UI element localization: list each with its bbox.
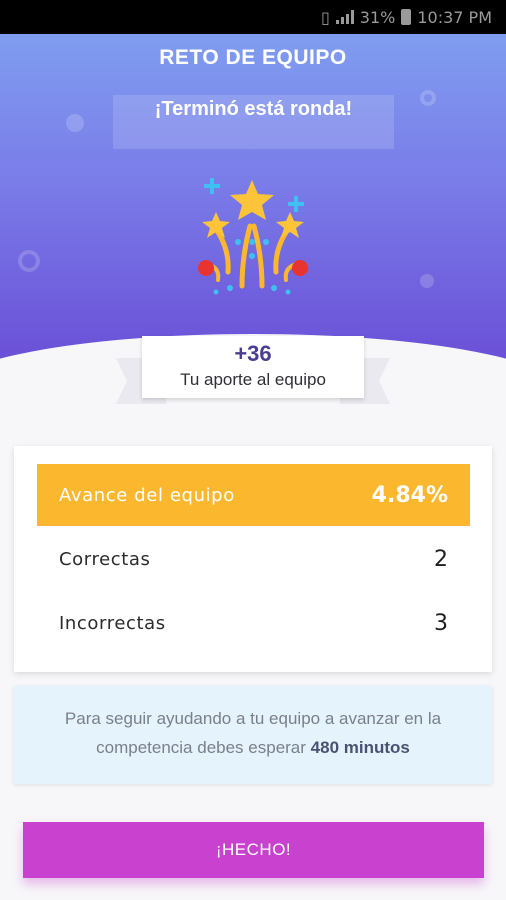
incorrect-row: Incorrectas 3: [37, 592, 470, 654]
contribution-label: Tu aporte al equipo: [180, 370, 326, 389]
round-finished-text: ¡Terminó está ronda!: [154, 98, 353, 120]
contribution-points: +36: [234, 341, 272, 366]
incorrect-label: Incorrectas: [59, 612, 166, 634]
contribution-ribbon: +36 Tu aporte al equipo: [116, 336, 390, 414]
incorrect-value: 3: [434, 610, 448, 636]
contribution-badge: +36 Tu aporte al equipo: [142, 336, 364, 398]
team-progress-row: Avance del equipo 4.84%: [37, 464, 470, 526]
status-bar: ▯ 31% 10:37 PM: [0, 0, 506, 34]
notification-icon: ▯: [320, 7, 330, 27]
wait-info-card: Para seguir ayudando a tu equipo a avanz…: [14, 686, 492, 784]
clock: 10:37 PM: [417, 7, 492, 27]
done-button[interactable]: ¡HECHO!: [23, 822, 484, 878]
wait-time: 480 minutos: [310, 738, 410, 757]
correct-label: Correctas: [59, 548, 151, 570]
page-title: RETO DE EQUIPO: [159, 46, 347, 69]
team-progress-value: 4.84%: [371, 482, 448, 508]
battery-icon: [401, 9, 412, 25]
signal-icon: [335, 10, 354, 24]
battery-percent: 31%: [359, 7, 396, 27]
team-stats-card: Avance del equipo 4.84% Correctas 2 Inco…: [14, 446, 492, 672]
team-progress-label: Avance del equipo: [59, 484, 235, 506]
correct-row: Correctas 2: [37, 528, 470, 590]
correct-value: 2: [434, 546, 448, 572]
fireworks-icon: [198, 178, 308, 295]
